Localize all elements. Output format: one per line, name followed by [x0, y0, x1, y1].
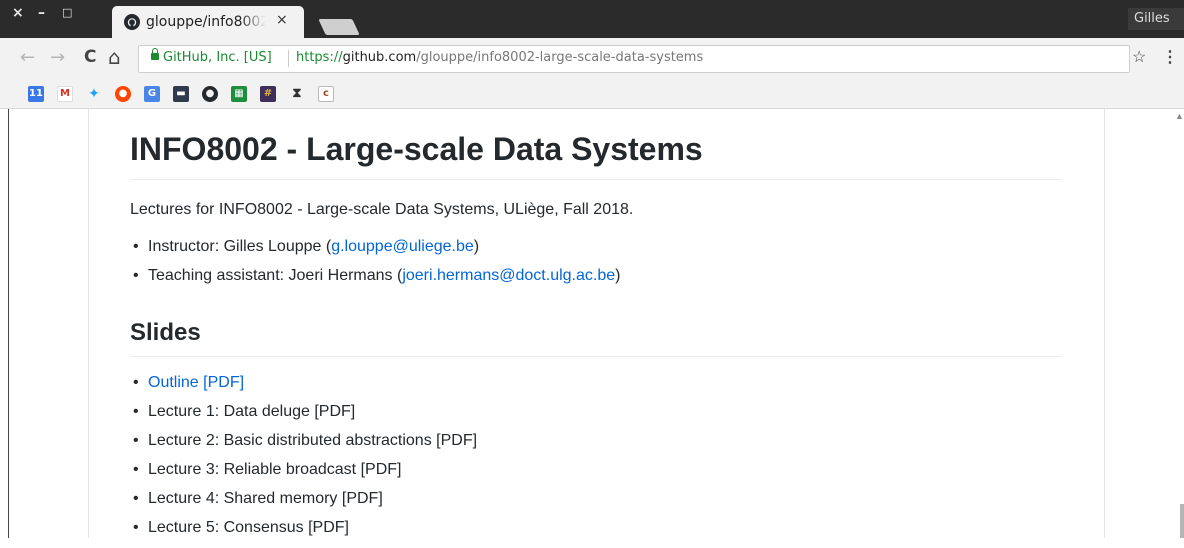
reload-icon[interactable]: C	[84, 47, 96, 67]
staff-label: Teaching assistant: Joeri Hermans (	[148, 267, 403, 284]
minimize-window-icon[interactable]: –	[38, 5, 45, 21]
list-item: Instructor: Gilles Louppe (g.louppe@ulie…	[130, 238, 620, 267]
lock-icon	[151, 48, 159, 60]
home-icon[interactable]: ⌂	[108, 45, 121, 69]
menu-icon[interactable]: ⋮	[1162, 47, 1178, 67]
url-scheme: https://	[296, 50, 343, 65]
security-org-label: GitHub, Inc. [US]	[163, 50, 272, 65]
bookmark-star-icon[interactable]: ☆	[1132, 47, 1146, 67]
page-title: INFO8002 - Large-scale Data Systems	[130, 131, 703, 167]
calendar-icon[interactable]: 11	[28, 86, 44, 102]
page-viewport: INFO8002 - Large-scale Data Systems Lect…	[0, 109, 1184, 538]
list-item: Lecture 5: Consensus [PDF]	[130, 519, 477, 548]
staff-label: Instructor: Gilles Louppe (	[148, 238, 332, 255]
list-item: Lecture 1: Data deluge [PDF]	[130, 403, 477, 432]
forward-icon[interactable]: →	[50, 47, 65, 68]
github-icon	[124, 14, 140, 30]
instructor-email-link[interactable]: g.louppe@uliege.be	[331, 238, 474, 255]
new-tab-button[interactable]	[318, 19, 360, 35]
url-host: github.com	[342, 50, 417, 65]
slides-heading: Slides	[130, 319, 201, 346]
ta-email-link[interactable]: joeri.hermans@doct.ulg.ac.be	[402, 267, 615, 284]
hourglass-icon[interactable]: ⧗	[289, 86, 305, 102]
clipboard-icon[interactable]: c	[318, 86, 334, 102]
messages-icon[interactable]: ▬	[173, 86, 189, 102]
maximize-window-icon[interactable]: □	[62, 6, 72, 19]
url-path: /glouppe/info8002-large-scale-data-syste…	[416, 50, 704, 65]
slides-list: Outline [PDF] Lecture 1: Data deluge [PD…	[130, 374, 477, 548]
scroll-up-icon[interactable]: ▲	[1175, 111, 1184, 121]
heading-divider	[130, 179, 1062, 180]
divider	[288, 50, 289, 67]
list-item: Lecture 4: Shared memory [PDF]	[130, 490, 477, 519]
browser-tab[interactable]: glouppe/info8002-large-scale-data-system…	[112, 6, 304, 38]
tab-strip: × – □ glouppe/info8002-large-scale-data-…	[0, 0, 1184, 38]
pdf-link[interactable]: [PDF]	[199, 374, 244, 391]
tab-title: glouppe/info8002-large-scale-data-system…	[146, 14, 266, 30]
paren: )	[473, 238, 480, 255]
tab-close-icon[interactable]: ×	[276, 12, 288, 28]
close-window-icon[interactable]: ×	[12, 5, 24, 21]
address-bar[interactable]: GitHub, Inc. [US] https://github.com/glo…	[138, 45, 1130, 73]
translate-icon[interactable]: G	[144, 86, 160, 102]
scrollbar-thumb[interactable]	[1180, 504, 1184, 538]
gmail-icon[interactable]: M	[57, 86, 73, 102]
back-icon[interactable]: ←	[20, 47, 35, 68]
intro-text: Lectures for INFO8002 - Large-scale Data…	[130, 201, 634, 218]
url-text: https://github.com/glouppe/info8002-larg…	[296, 50, 703, 65]
list-item: Lecture 2: Basic distributed abstraction…	[130, 432, 477, 461]
paren: )	[615, 267, 621, 284]
list-item: Teaching assistant: Joeri Hermans (joeri…	[130, 267, 620, 296]
profile-button[interactable]: Gilles	[1128, 8, 1184, 30]
page-edge	[8, 109, 9, 538]
sheets-icon[interactable]: ▦	[231, 86, 247, 102]
github-bookmark-icon[interactable]: ●	[202, 86, 218, 102]
readme-box: INFO8002 - Large-scale Data Systems Lect…	[88, 109, 1105, 538]
list-item: Lecture 3: Reliable broadcast [PDF]	[130, 461, 477, 490]
hash-icon[interactable]: #	[260, 86, 276, 102]
twitter-icon[interactable]: ✦	[86, 86, 102, 102]
list-item: Outline [PDF]	[130, 374, 477, 403]
browser-toolbar: ← → C ⌂ GitHub, Inc. [US] https://github…	[0, 38, 1184, 80]
reddit-icon[interactable]: ●	[115, 86, 131, 102]
outline-link[interactable]: Outline	[148, 374, 199, 391]
bookmarks-bar: 11 M ✦ ● G ▬ ● ▦ # ⧗ c	[0, 80, 1184, 109]
heading-divider	[130, 356, 1062, 357]
staff-list: Instructor: Gilles Louppe (g.louppe@ulie…	[130, 238, 620, 296]
